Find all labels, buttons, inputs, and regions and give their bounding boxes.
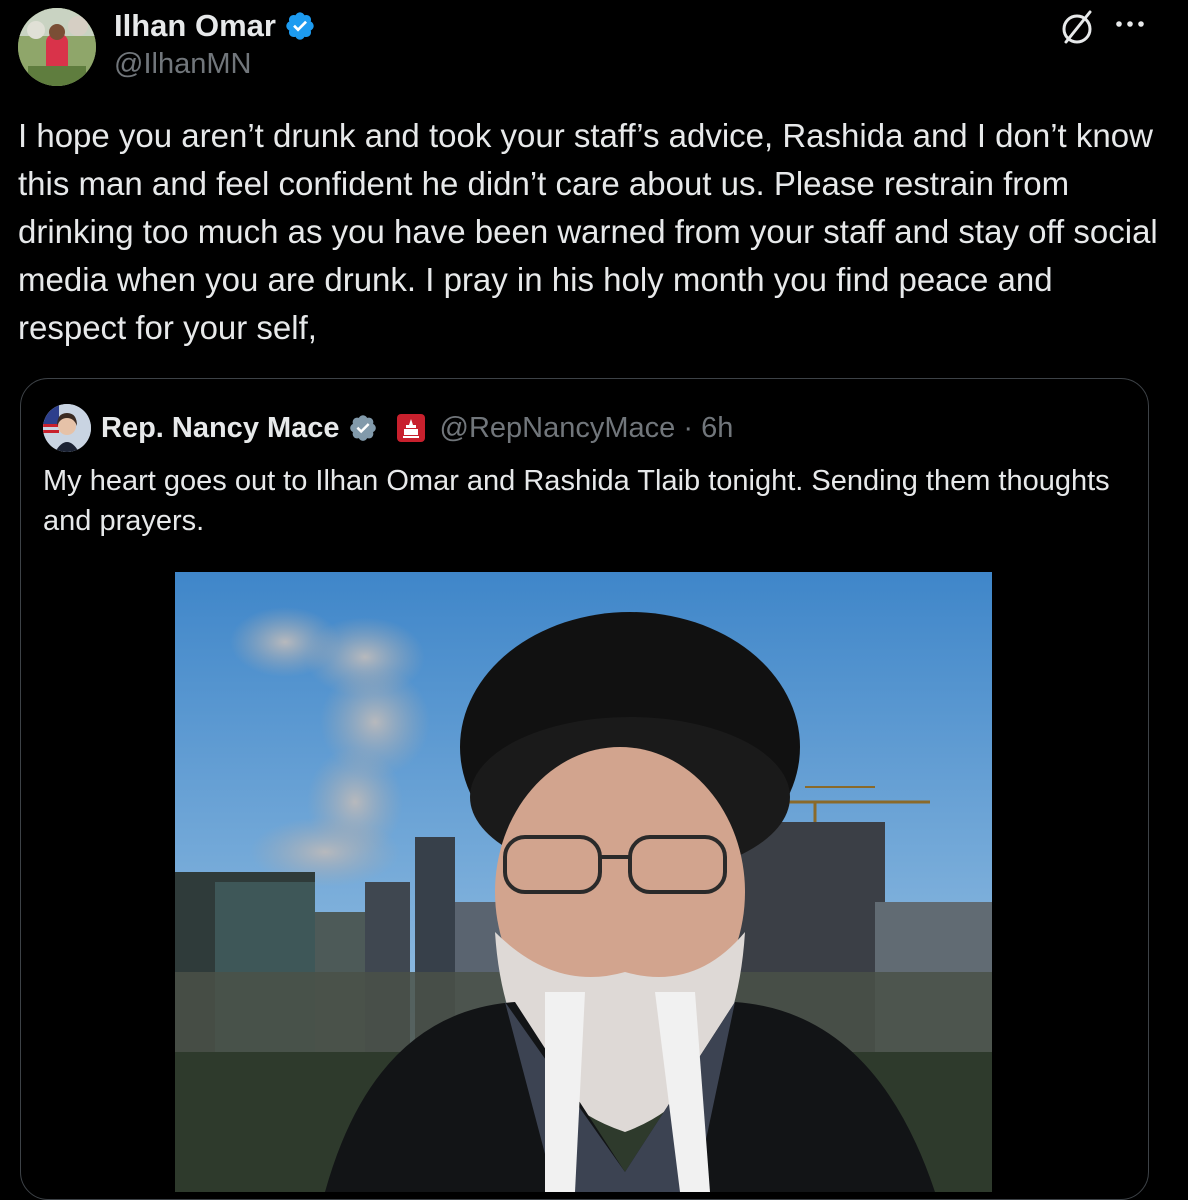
quoted-tweet-image[interactable] [175, 572, 992, 1192]
verified-badge-icon [286, 12, 314, 40]
author-name[interactable]: Ilhan Omar [114, 8, 276, 44]
verified-gray-icon [349, 415, 376, 441]
quoted-author-name[interactable]: Rep. Nancy Mace [101, 412, 340, 445]
author-handle[interactable]: @IlhanMN [114, 48, 251, 81]
quoted-author-handle-time[interactable]: @RepNancyMace · 6h [440, 412, 734, 445]
quoted-tweet-card[interactable]: Rep. Nancy Mace @RepNancyMace · 6h My he… [20, 378, 1149, 1200]
tweet-text: I hope you aren’t drunk and took your st… [18, 117, 1158, 346]
grok-icon[interactable] [1058, 8, 1096, 46]
quoted-tweet-header: Rep. Nancy Mace @RepNancyMace · 6h [43, 404, 734, 452]
quoted-author-avatar-image [43, 404, 91, 452]
author-name-row[interactable]: Ilhan Omar [114, 8, 316, 44]
quoted-tweet-text: My heart goes out to Ilhan Omar and Rash… [43, 465, 1110, 537]
author-avatar[interactable] [18, 8, 96, 86]
author-avatar-image [18, 8, 96, 86]
quoted-author-avatar[interactable] [43, 404, 91, 452]
more-options-icon[interactable] [1112, 6, 1148, 42]
quoted-tweet-photo [175, 572, 992, 1192]
capitol-badge-icon [396, 414, 425, 442]
